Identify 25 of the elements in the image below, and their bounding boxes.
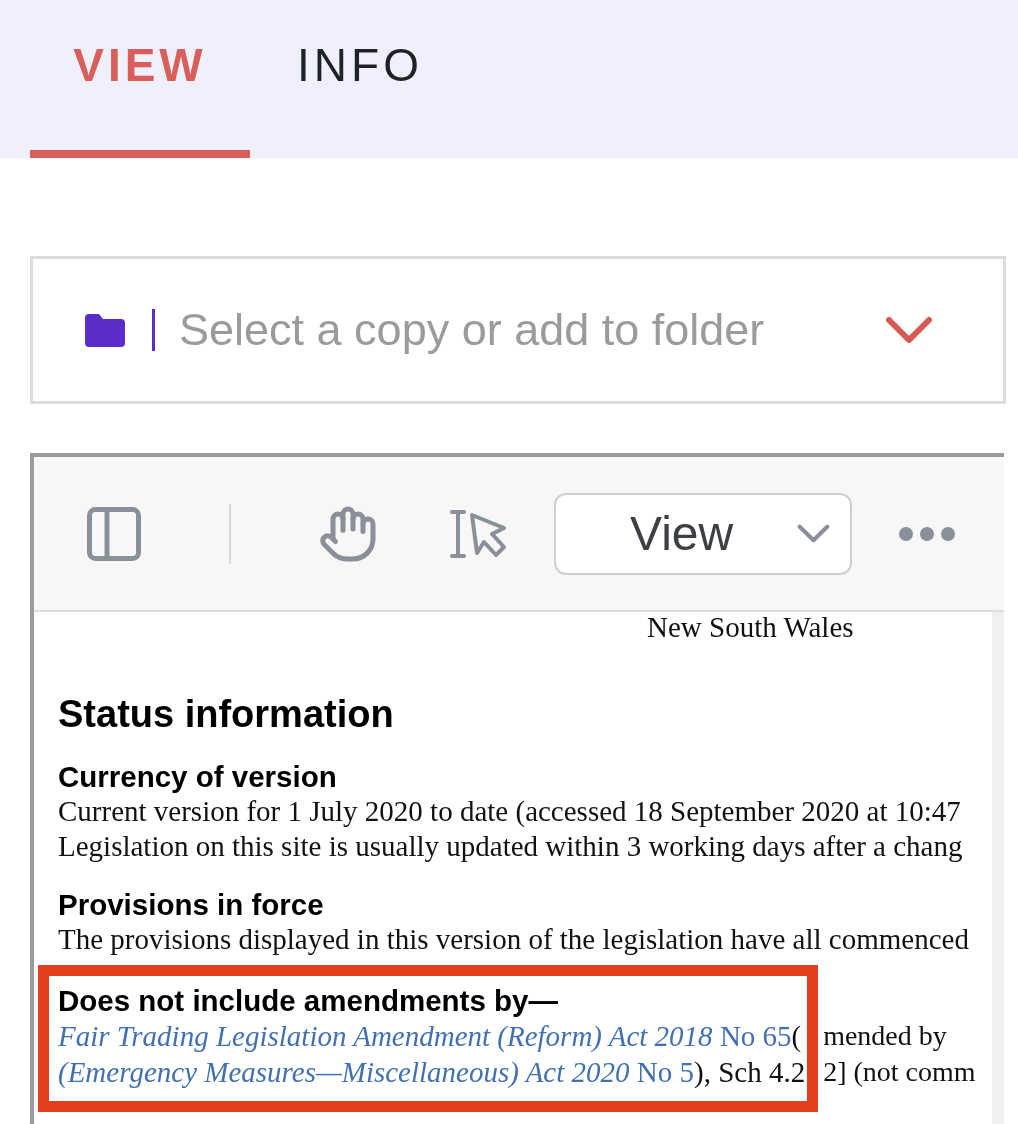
amendment-text: Fair Trading Legislation Amendment (Reform) Act 2018 No 65( [58,1019,802,1054]
act-link[interactable]: (Emergency Measures—Miscellaneous) Act 2020 No 5 [58,1056,694,1088]
section-heading: Currency of version [58,760,337,794]
body-text: Current version for 1 July 2020 to date (accessed 18 September 2020 at 10:47 [58,794,961,829]
amendment-text: mended by [823,1019,947,1053]
more-icon[interactable] [899,526,955,541]
tab[interactable]: VIEW [30,0,250,158]
folder-input-field[interactable]: Select a copy or add to folder [179,304,885,356]
tab[interactable]: INFO [250,0,470,158]
document-title: Status information [58,692,394,736]
section-heading: Provisions in force [58,888,324,922]
jurisdiction-text: New South Wales [647,612,854,642]
sidebar-icon[interactable] [87,506,141,561]
amendment-text: (Emergency Measures—Miscellaneous) Act 2020 No 5), Sch 4.2 [58,1055,806,1090]
view-dropdown[interactable]: View [554,492,852,575]
act-link[interactable]: Fair Trading Legislation Amendment (Reform) Act 2018 No 65 [58,1020,792,1052]
body-text: The provisions displayed in this version of the legislation have all commenced [58,922,969,957]
folder-icon [85,313,125,347]
text-cursor-arrow-icon[interactable] [450,508,508,559]
chevron-down-icon [797,524,830,543]
folder-dropdown[interactable]: Select a copy or add to folder [30,256,1006,404]
amendment-text: 2] (not comm [823,1055,976,1089]
chevron-down-icon [885,316,933,344]
section-heading: Does not include amendments by— [58,984,558,1018]
body-text: Legislation on this site is usually updated within 3 working days after a chang [58,829,963,864]
